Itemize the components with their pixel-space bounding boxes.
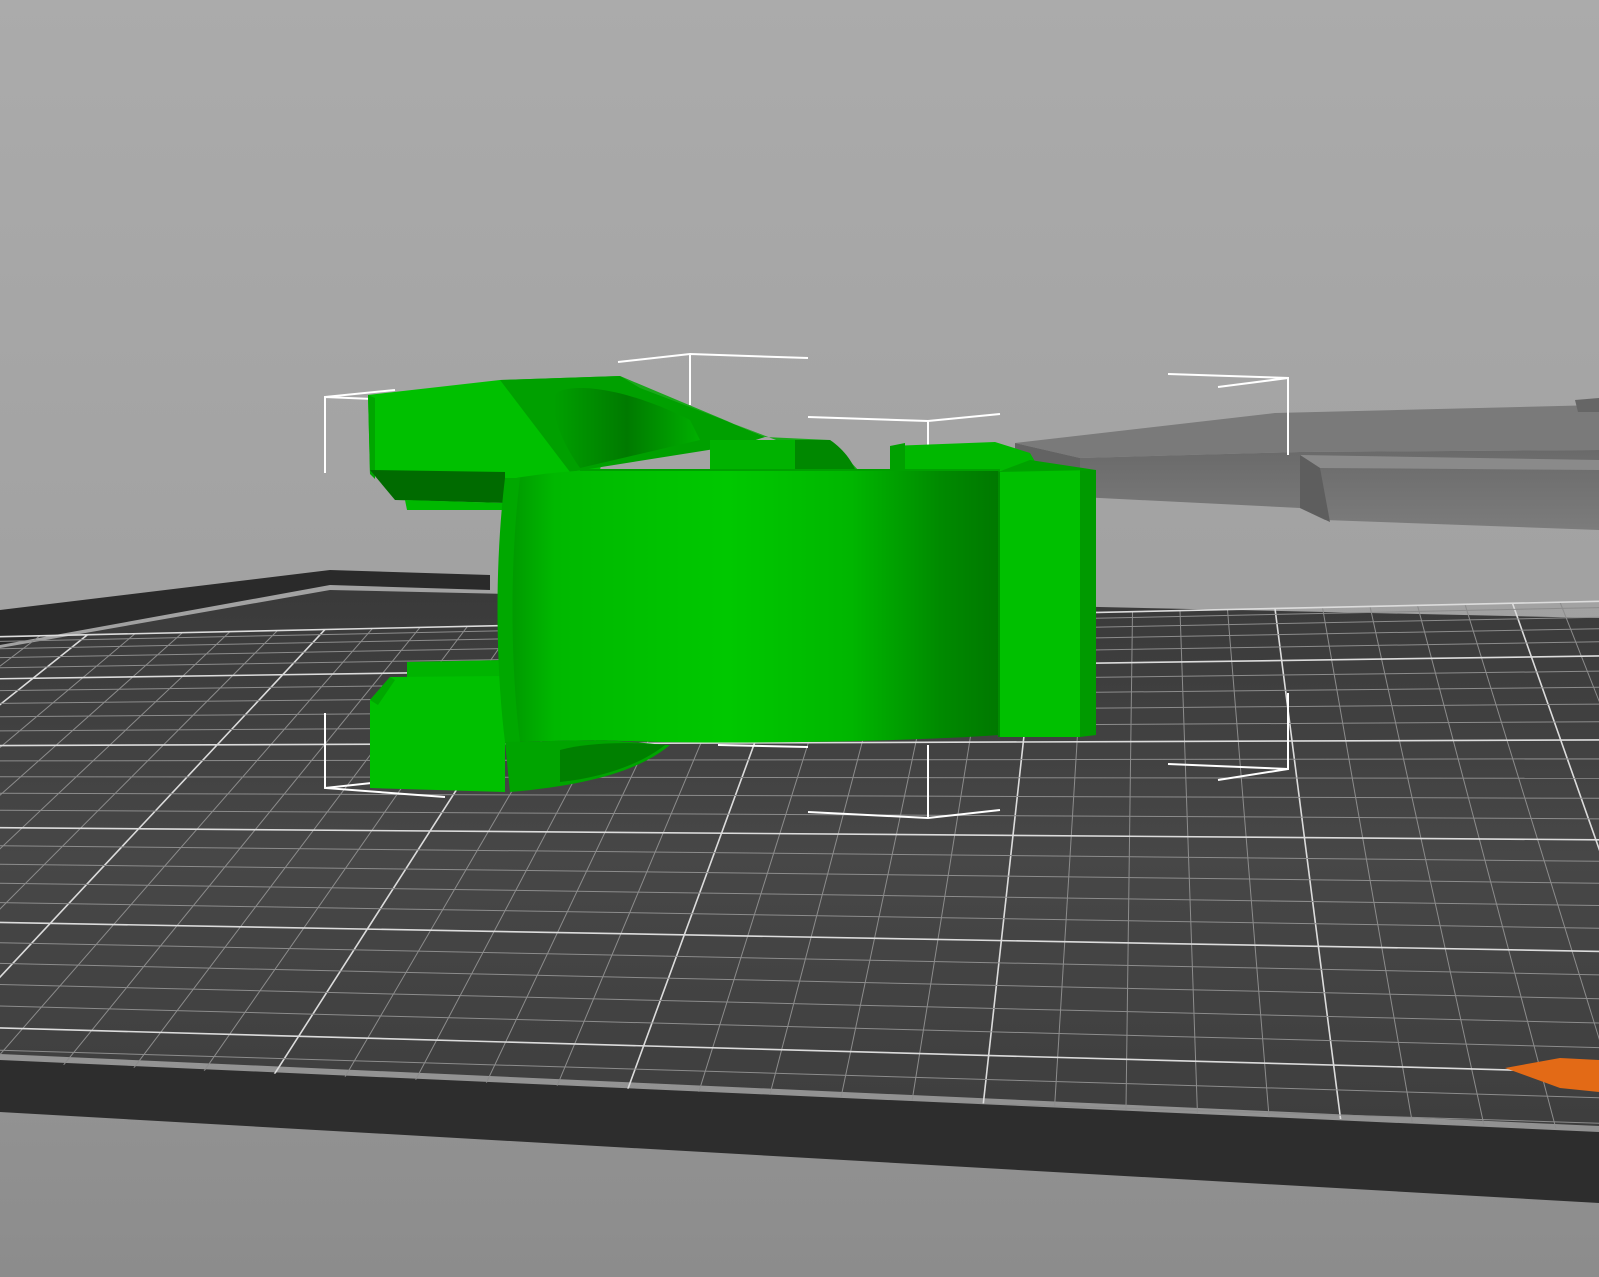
scene-canvas[interactable] [0, 0, 1599, 1277]
3d-viewport[interactable] [0, 0, 1599, 1277]
